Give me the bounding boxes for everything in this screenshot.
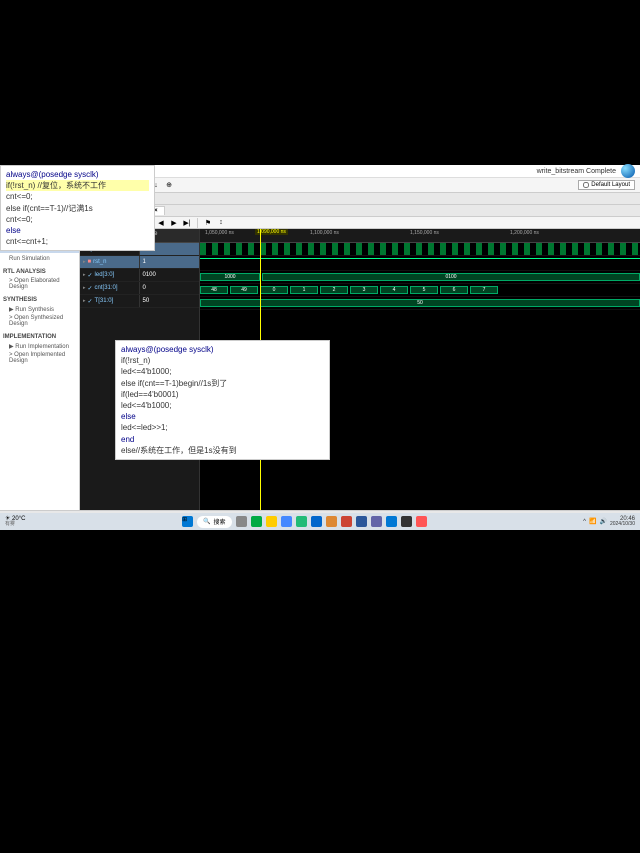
app-icon[interactable] bbox=[371, 516, 382, 527]
app-icon[interactable] bbox=[296, 516, 307, 527]
go-end-icon[interactable]: ▶| bbox=[182, 218, 192, 228]
status-text: write_bitstream Complete bbox=[537, 168, 616, 175]
wifi-icon[interactable]: 📶 bbox=[589, 518, 596, 525]
layout-button[interactable]: Default Layout bbox=[578, 180, 635, 190]
signal-row[interactable]: ▸✓ T[31:0] 50 bbox=[80, 295, 199, 308]
layout-checkbox[interactable] bbox=[583, 182, 589, 188]
code-overlay-counter: always@(posedge sysclk) if(!rst_n) //复位，… bbox=[0, 165, 155, 251]
tray-icon[interactable]: ^ bbox=[583, 519, 586, 525]
wave-led: 1000 0100 bbox=[200, 271, 640, 284]
nav-open-synth[interactable]: > Open Synthesized Design bbox=[3, 314, 76, 328]
app-icon[interactable] bbox=[386, 516, 397, 527]
app-icon[interactable] bbox=[326, 516, 337, 527]
app-icon[interactable] bbox=[251, 516, 262, 527]
wave-clock bbox=[200, 243, 640, 256]
app-icon[interactable] bbox=[416, 516, 427, 527]
go-prev-icon[interactable]: ◀ bbox=[156, 218, 166, 228]
toggle-icon[interactable]: ↕ bbox=[216, 218, 226, 228]
app-icon[interactable] bbox=[401, 516, 412, 527]
wave-toolbar: 🔍 ⊕ ⊖ ⛶ |◀ ◀ ▶ ▶| ⚑ ↕ bbox=[80, 217, 640, 229]
wave-t: 50 bbox=[200, 297, 640, 310]
app-icon[interactable] bbox=[281, 516, 292, 527]
windows-taskbar: ☀ 20°C 有雾 ⊞ 🔍 搜索 ^ 📶 🔊 bbox=[0, 513, 640, 530]
code-overlay-led: always@(posedge sysclk) if(!rst_n) led<=… bbox=[115, 340, 330, 460]
app-icon[interactable] bbox=[311, 516, 322, 527]
app-icon[interactable] bbox=[356, 516, 367, 527]
break-icon[interactable]: ⊕ bbox=[164, 180, 174, 190]
start-icon[interactable]: ⊞ bbox=[182, 516, 193, 527]
nav-run-impl[interactable]: ▶ Run Implementation bbox=[3, 342, 76, 351]
section-impl: IMPLEMENTATION bbox=[3, 332, 76, 342]
wave-cnt: 48 49 0 1 2 3 4 5 6 7 bbox=[200, 284, 640, 297]
nav-open-impl[interactable]: > Open Implemented Design bbox=[3, 351, 76, 365]
wave-rst bbox=[200, 258, 640, 271]
signal-row[interactable]: ▸✓ led[3:0] 0100 bbox=[80, 269, 199, 282]
editor-tabs: LED × Untitled 1* × bbox=[80, 205, 640, 217]
app-icon[interactable] bbox=[266, 516, 277, 527]
status-icon bbox=[621, 164, 635, 178]
system-tray[interactable]: ^ 📶 🔊 20:46 2024/10/30 bbox=[583, 516, 635, 527]
signal-row[interactable]: ▸■ rst_n 1 bbox=[80, 256, 199, 269]
app-icon[interactable] bbox=[236, 516, 247, 527]
nav-run-sim[interactable]: Run Simulation bbox=[3, 255, 76, 263]
go-next-icon[interactable]: ▶ bbox=[169, 218, 179, 228]
time-ruler: 1,090,000 ns 1,050,000 ns 1,100,000 ns 1… bbox=[200, 229, 640, 243]
volume-icon[interactable]: 🔊 bbox=[599, 518, 606, 525]
search-icon: 🔍 bbox=[203, 518, 210, 525]
marker-icon[interactable]: ⚑ bbox=[203, 218, 213, 228]
weather-widget[interactable]: ☀ 20°C 有雾 bbox=[5, 516, 25, 527]
section-synthesis: SYNTHESIS bbox=[3, 295, 76, 305]
app-icon[interactable] bbox=[341, 516, 352, 527]
section-rtl: RTL ANALYSIS bbox=[3, 267, 76, 277]
signal-row[interactable]: ▸✓ cnt[31:0] 0 bbox=[80, 282, 199, 295]
search-box[interactable]: 🔍 搜索 bbox=[197, 516, 232, 528]
nav-run-synth[interactable]: ▶ Run Synthesis bbox=[3, 305, 76, 314]
nav-open-elab[interactable]: > Open Elaborated Design bbox=[3, 277, 76, 291]
